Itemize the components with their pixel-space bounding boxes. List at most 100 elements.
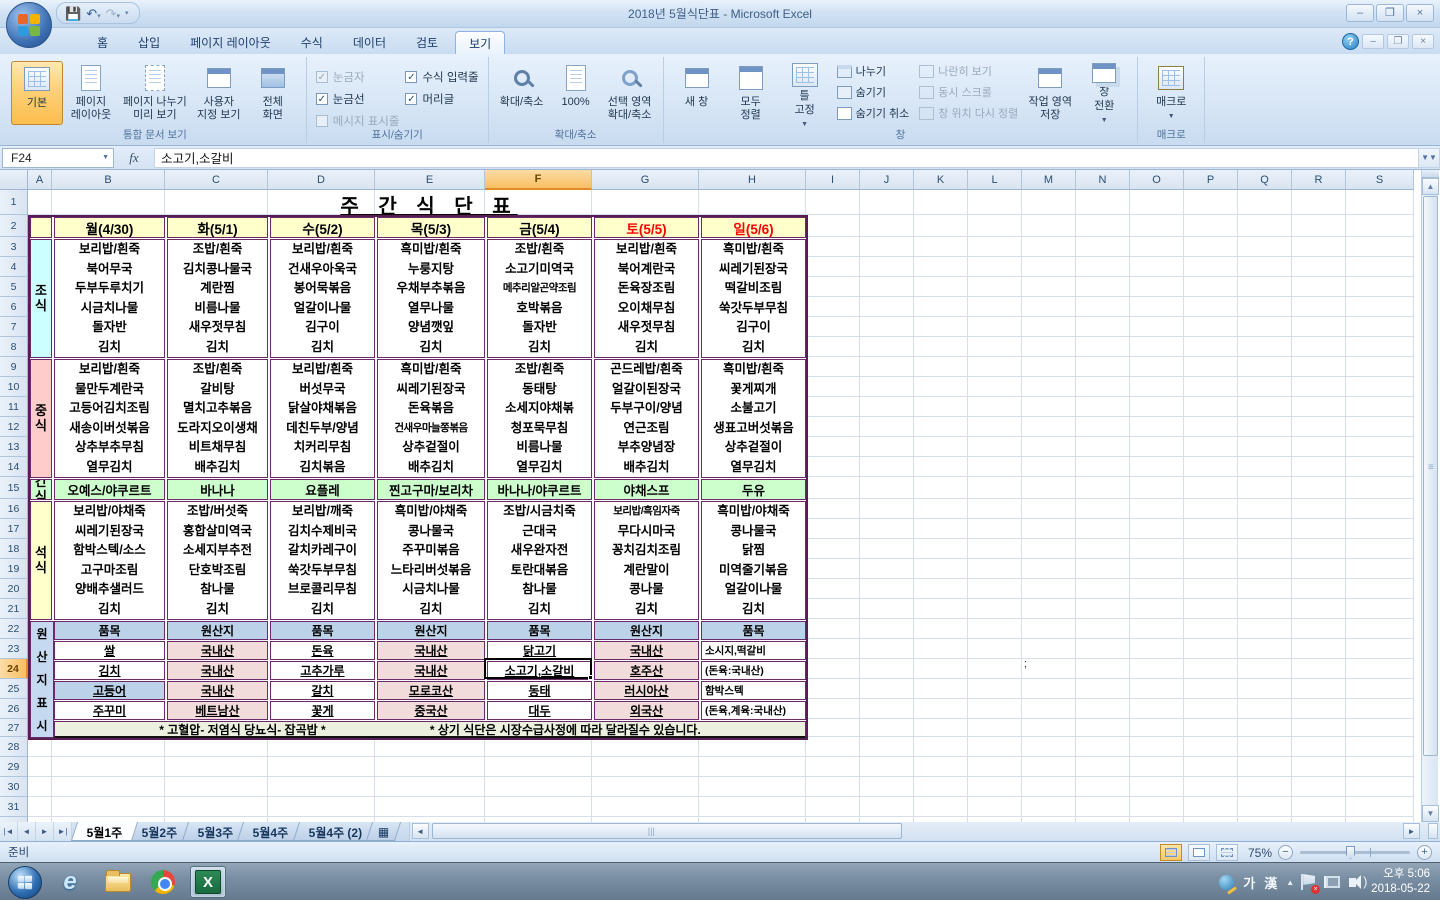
snack-cell-토(5/5)[interactable]: 야채스프: [594, 479, 699, 500]
menu-cell-금(5/4)-석식[interactable]: 조밥/시금치죽 근대국 새우완자전 토란대볶음 참나물 김치: [487, 501, 592, 620]
snack-cell-월(4/30)[interactable]: 오예스/야쿠르트: [54, 479, 165, 500]
origin-cell-r26-c4[interactable]: 대두: [487, 701, 592, 720]
row-header-10[interactable]: 10: [0, 377, 28, 397]
column-header-B[interactable]: B: [52, 170, 165, 190]
menu-cell-월(4/30)-중식[interactable]: 보리밥/흰죽 물만두계란국 고등어김치조림 새송이버섯볶음 상추부추무침 열무김치: [54, 359, 165, 478]
day-header-수(5/2)[interactable]: 수(5/2): [270, 217, 375, 238]
zoom-level[interactable]: 75%: [1248, 846, 1272, 860]
checkbox-icon[interactable]: ✓: [315, 92, 328, 105]
day-header-목(5/3)[interactable]: 목(5/3): [377, 217, 485, 238]
zoom-slider[interactable]: [1300, 846, 1410, 859]
custom-views-button[interactable]: 사용자 지정 보기: [193, 61, 245, 125]
snack-cell-금(5/4)[interactable]: 바나나/야쿠르트: [487, 479, 592, 500]
origin-cell-r23-c5[interactable]: 국내산: [594, 641, 699, 660]
menu-cell-수(5/2)-석식[interactable]: 보리밥/깨죽 김치수제비국 갈치카레구이 쑥갓두부무침 브로콜리무침 김치: [270, 501, 375, 620]
menu-cell-토(5/5)-조식[interactable]: 보리밥/흰죽 북어계란국 돈육장조림 오이채무침 새우젓무침 김치: [594, 239, 699, 358]
column-header-D[interactable]: D: [268, 170, 375, 190]
column-header-F[interactable]: F: [485, 170, 592, 190]
insert-function-icon[interactable]: fx: [114, 150, 154, 166]
row-header-14[interactable]: 14: [0, 457, 28, 477]
day-header-화(5/1)[interactable]: 화(5/1): [167, 217, 268, 238]
workbook-close-button[interactable]: ×: [1412, 34, 1434, 49]
menu-cell-일(5/6)-석식[interactable]: 흑미밥/야채죽 콩나물국 닭찜 미역줄기볶음 얼갈이나물 김치: [701, 501, 806, 620]
scroll-right-icon[interactable]: ►: [1403, 823, 1420, 839]
checkbox-icon[interactable]: ✓: [405, 70, 418, 83]
row-header-28[interactable]: 28: [0, 737, 28, 757]
vertical-scroll-thumb[interactable]: [1423, 196, 1438, 756]
row-header-20[interactable]: 20: [0, 579, 28, 599]
name-box-caret-icon[interactable]: ▼: [102, 154, 109, 161]
row-header-7[interactable]: 7: [0, 317, 28, 337]
origin-cell-r25-c2[interactable]: 갈치: [270, 681, 375, 700]
selected-cell-outline[interactable]: [484, 658, 593, 680]
menu-cell-목(5/3)-중식[interactable]: 흑미밥/흰죽 씨레기된장국 돈육볶음 건새우마늘쫑볶음 상추겉절이 배추김치: [377, 359, 485, 478]
origin-cell-r26-c2[interactable]: 꽃게: [270, 701, 375, 720]
column-header-C[interactable]: C: [165, 170, 268, 190]
row-header-30[interactable]: 30: [0, 777, 28, 797]
menu-cell-금(5/4)-조식[interactable]: 조밥/흰죽 소고기미역국 메추리알곤약조림 호박볶음 돌자반 김치: [487, 239, 592, 358]
row-header-5[interactable]: 5: [0, 277, 28, 297]
row-header-13[interactable]: 13: [0, 437, 28, 457]
origin-cell-r23-c1[interactable]: 국내산: [167, 641, 268, 660]
last-sheet-icon[interactable]: ►|: [54, 822, 72, 841]
column-header-P[interactable]: P: [1184, 170, 1238, 190]
origin-cell-r25-c1[interactable]: 국내산: [167, 681, 268, 700]
origin-header-4[interactable]: 품목: [487, 621, 592, 640]
zoom-slider-thumb[interactable]: [1346, 846, 1355, 859]
volume-icon[interactable]: [1349, 874, 1368, 889]
fill-handle[interactable]: [588, 675, 593, 680]
row-header-29[interactable]: 29: [0, 757, 28, 777]
row-header-6[interactable]: 6: [0, 297, 28, 317]
horizontal-scroll-thumb[interactable]: [431, 823, 902, 839]
row-header-15[interactable]: 15: [0, 477, 28, 499]
page-break-preview-button[interactable]: 페이지 나누기 미리 보기: [119, 61, 191, 125]
column-header-G[interactable]: G: [592, 170, 699, 190]
menu-cell-월(4/30)-조식[interactable]: 보리밥/흰죽 북어무국 두부두루치기 시금치나물 돌자반 김치: [54, 239, 165, 358]
ime-hanja-label[interactable]: 漢: [1264, 873, 1277, 892]
ribbon-tab-홈[interactable]: 홈: [84, 31, 121, 56]
origin-header-3[interactable]: 원산지: [377, 621, 485, 640]
status-page-break-button[interactable]: [1215, 844, 1238, 861]
row-header-23[interactable]: 23: [0, 639, 28, 659]
ribbon-tab-보기[interactable]: 보기: [455, 31, 506, 56]
day-header-일(5/6)[interactable]: 일(5/6): [701, 217, 806, 238]
column-header-Q[interactable]: Q: [1238, 170, 1292, 190]
menu-cell-토(5/5)-중식[interactable]: 곤드레밥/흰죽 얼갈이된장국 두부구이/양념 연근조림 부추양념장 배추김치: [594, 359, 699, 478]
row-header-24[interactable]: 24: [0, 659, 28, 679]
taskbar-excel[interactable]: X: [190, 866, 226, 898]
freeze-panes-button[interactable]: 틀 고정 ▼: [779, 61, 831, 128]
sheet-tab-5월4주 (2)[interactable]: 5월4주 (2): [292, 822, 379, 841]
origin-cell-r26-c5[interactable]: 외국산: [594, 701, 699, 720]
day-header-금(5/4)[interactable]: 금(5/4): [487, 217, 592, 238]
snack-cell-화(5/1)[interactable]: 바나나: [167, 479, 268, 500]
hide-button[interactable]: 숨기기: [835, 83, 912, 101]
origin-cell-r26-c0[interactable]: 주꾸미: [54, 701, 165, 720]
zoom-in-icon[interactable]: +: [1417, 845, 1432, 860]
origin-header-0[interactable]: 품목: [54, 621, 165, 640]
origin-cell-r23-c0[interactable]: 쌀: [54, 641, 165, 660]
close-button[interactable]: ×: [1406, 4, 1434, 22]
page-layout-view-button[interactable]: 페이지 레이아웃: [65, 61, 117, 125]
day-header-월(4/30)[interactable]: 월(4/30): [54, 217, 165, 238]
split-button[interactable]: 나누기: [835, 62, 912, 80]
ribbon-tab-데이터[interactable]: 데이터: [340, 31, 399, 56]
prev-sheet-icon[interactable]: ◄: [18, 822, 36, 841]
origin-cell-r26-c3[interactable]: 중국산: [377, 701, 485, 720]
taskbar-file-explorer[interactable]: [100, 866, 136, 898]
origin-header-5[interactable]: 원산지: [594, 621, 699, 640]
origin-cell-r25-c3[interactable]: 모로코산: [377, 681, 485, 700]
help-icon[interactable]: ?: [1342, 33, 1359, 50]
macros-button[interactable]: 매크로 ▼: [1145, 61, 1197, 125]
arrange-all-button[interactable]: 모두 정렬: [725, 61, 777, 125]
row-header-26[interactable]: 26: [0, 699, 28, 719]
origin-cell-r24-c0[interactable]: 김치: [54, 661, 165, 680]
new-window-button[interactable]: 새 창: [671, 61, 723, 125]
menu-cell-수(5/2)-중식[interactable]: 보리밥/흰죽 버섯무국 닭살야채볶음 데친두부/양념 치커리무침 김치볶음: [270, 359, 375, 478]
zoom-out-icon[interactable]: −: [1278, 845, 1293, 860]
origin-cell-r23-c3[interactable]: 국내산: [377, 641, 485, 660]
row-header-27[interactable]: 27: [0, 719, 28, 737]
origin-cell-r26-c6[interactable]: (돈육,계육:국내산): [701, 701, 806, 720]
scroll-down-icon[interactable]: ▼: [1422, 805, 1439, 822]
vertical-scrollbar[interactable]: ▲ ▼: [1421, 170, 1439, 822]
tab-split-handle[interactable]: [1428, 823, 1438, 839]
